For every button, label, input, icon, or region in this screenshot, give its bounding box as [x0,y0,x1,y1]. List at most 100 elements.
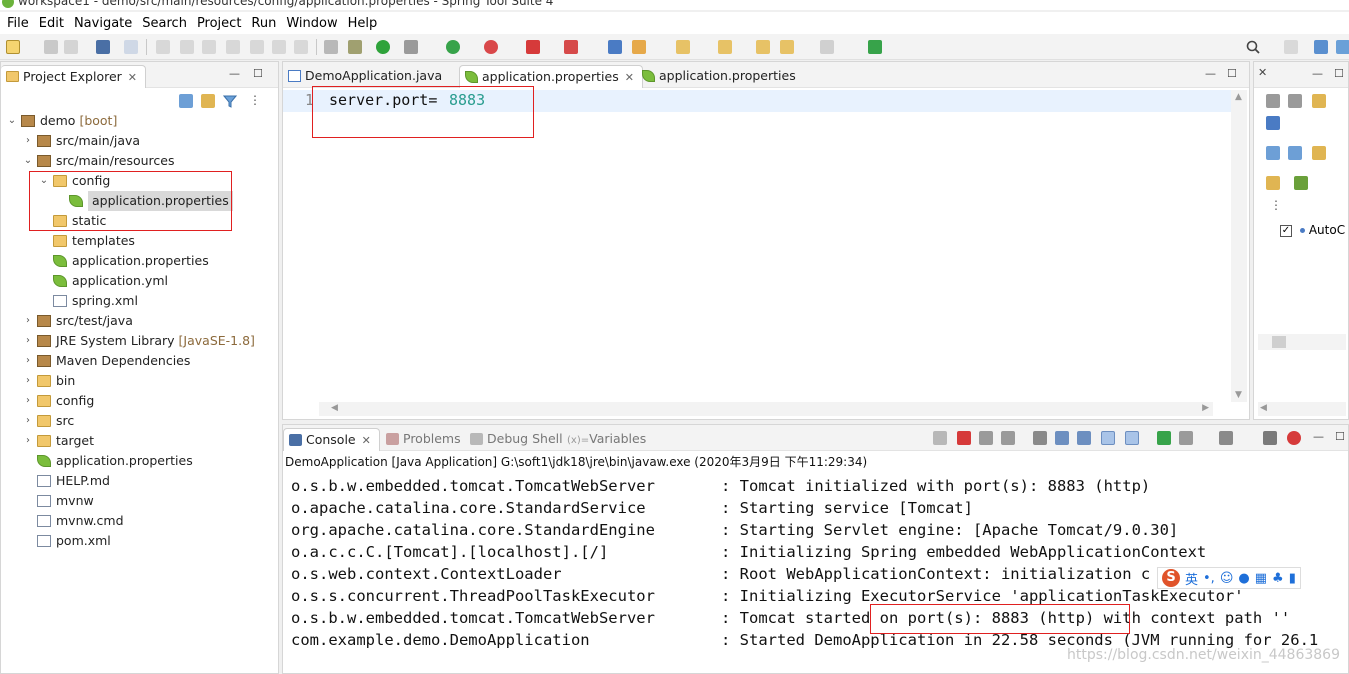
tab-application-properties-config[interactable]: application.properties ✕ [459,65,643,88]
tree-item[interactable]: › src/test/java [1,311,278,331]
back-icon[interactable] [780,40,794,54]
spring-console-icon[interactable] [1287,431,1301,445]
tree-item[interactable]: spring.xml [1,291,278,311]
relaunch-icon[interactable] [933,431,947,445]
chevron-right-icon[interactable]: › [23,411,33,431]
open-perspective-icon[interactable] [1284,40,1298,54]
close-icon[interactable]: ✕ [625,71,634,84]
tree-item[interactable]: › src/main/java [1,131,278,151]
console-settings-icon[interactable] [1263,431,1277,445]
run-icon[interactable] [446,40,460,54]
forward-icon[interactable] [820,40,834,54]
chevron-right-icon[interactable]: › [23,391,33,411]
suspend-icon[interactable] [180,40,194,54]
hide-static-icon[interactable] [1288,94,1302,108]
link-icon[interactable] [1266,116,1280,130]
tree-item[interactable]: › target [1,431,278,451]
collapse-all-icon[interactable] [179,94,193,108]
last-edit-location-icon[interactable] [756,40,770,54]
tree-item[interactable]: › config [1,391,278,411]
remove-all-terminated-icon[interactable] [1001,431,1015,445]
step-over-icon[interactable] [272,40,286,54]
chevron-right-icon[interactable]: › [23,431,33,451]
menu-search[interactable]: Search [137,16,192,31]
chevron-right-icon[interactable]: › [23,131,33,151]
editor-horizontal-scrollbar[interactable]: ◀ ▶ [319,402,1213,416]
filter-icon[interactable] [222,94,238,108]
chevron-down-icon[interactable]: ⌄ [23,151,33,171]
menu-run[interactable]: Run [246,16,281,31]
menu-navigate[interactable]: Navigate [69,16,137,31]
next-annotation-icon[interactable] [676,40,690,54]
toggle-word-wrap-icon[interactable] [324,40,338,54]
tab-project-explorer[interactable]: Project Explorer ✕ [1,65,147,88]
spring-boot-dashboard-icon[interactable] [376,40,390,54]
code-area[interactable]: 1 server.port= 8883 [283,90,1231,400]
tree-item[interactable]: › bin [1,371,278,391]
pin-console-icon[interactable] [1157,431,1171,445]
tab-variables[interactable]: (x)=Variables [559,428,654,451]
tree-item[interactable]: ⌄ src/main/resources [1,151,278,171]
menu-edit[interactable]: Edit [34,16,69,31]
hide-fields-icon[interactable] [1266,94,1280,108]
view-menu-icon[interactable]: ⋮ [249,94,263,108]
outline-item[interactable]: ✓ AutoC [1280,220,1345,240]
outline-scrollbar-bottom[interactable]: ◀ [1258,402,1346,416]
link-with-editor-icon[interactable] [201,94,215,108]
relaunch-icon[interactable] [564,40,578,54]
filter-members-icon[interactable] [1294,176,1308,190]
maximize-icon[interactable]: ☐ [253,68,263,80]
show-stdout-icon[interactable] [1101,431,1115,445]
remove-launch-icon[interactable] [979,431,993,445]
sort-icon[interactable] [1312,94,1326,108]
console-toolbar-icon[interactable] [96,40,110,54]
terminate-icon[interactable] [202,40,216,54]
maximize-icon[interactable]: ☐ [1227,68,1237,80]
tree-item[interactable]: HELP.md [1,471,278,491]
disconnect-icon[interactable] [226,40,240,54]
tree-item[interactable]: mvnw [1,491,278,511]
tree-item[interactable]: pom.xml [1,531,278,551]
java-perspective-icon[interactable] [1314,40,1328,54]
save-icon[interactable] [44,40,58,54]
keyboard-icon[interactable]: ▦ [1255,571,1267,586]
tree-item[interactable]: static [1,211,278,231]
display-console-icon[interactable] [1179,431,1193,445]
chevron-right-icon[interactable]: › [23,371,33,391]
chevron-right-icon[interactable]: › [23,311,33,331]
tab-demo-application-java[interactable]: DemoApplication.java [283,65,450,88]
run-external-tools-icon[interactable] [484,40,498,54]
tree-item[interactable]: ⌄ demo [boot] [1,111,278,131]
ime-punctuation[interactable]: •, [1203,571,1215,586]
view-menu-icon[interactable]: ⋮ [1270,198,1282,212]
show-stderr-icon[interactable] [1125,431,1139,445]
microphone-icon[interactable]: ● [1238,571,1249,586]
debug-perspective-icon[interactable] [1336,40,1349,54]
chevron-down-icon[interactable]: ⌄ [39,171,49,191]
debug-icon[interactable] [404,40,418,54]
minimize-icon[interactable]: — [1313,431,1324,443]
step-return-icon[interactable] [294,40,308,54]
pin-editor-icon[interactable] [868,40,882,54]
block-selection-icon[interactable] [348,40,362,54]
save-all-icon[interactable] [64,40,78,54]
previous-annotation-icon[interactable] [718,40,732,54]
search-toolbar-icon[interactable] [632,40,646,54]
chevron-down-icon[interactable]: ⌄ [7,111,17,131]
step-into-icon[interactable] [250,40,264,54]
close-icon[interactable]: ✕ [362,434,371,447]
ime-toolbar[interactable]: S 英 •, ☺ ● ▦ ♣ ▮ [1157,567,1301,589]
new-icon[interactable] [6,40,20,54]
editor-vertical-scrollbar[interactable]: ▲ ▼ [1231,90,1247,402]
tree-item[interactable]: application.properties [1,251,278,271]
tab-console[interactable]: Console ✕ [283,428,380,451]
tree-item[interactable]: ⌄ config [1,171,278,191]
maximize-icon[interactable]: ☐ [1335,431,1345,443]
expand-all-icon[interactable] [1266,146,1280,160]
tree-item[interactable]: › Maven Dependencies [1,351,278,371]
search-icon[interactable] [1246,40,1260,54]
sort-members-icon[interactable] [1266,176,1280,190]
toolbox-icon[interactable]: ♣ [1272,571,1284,586]
tab-problems[interactable]: Problems [381,428,469,451]
tree-item[interactable]: mvnw.cmd [1,511,278,531]
